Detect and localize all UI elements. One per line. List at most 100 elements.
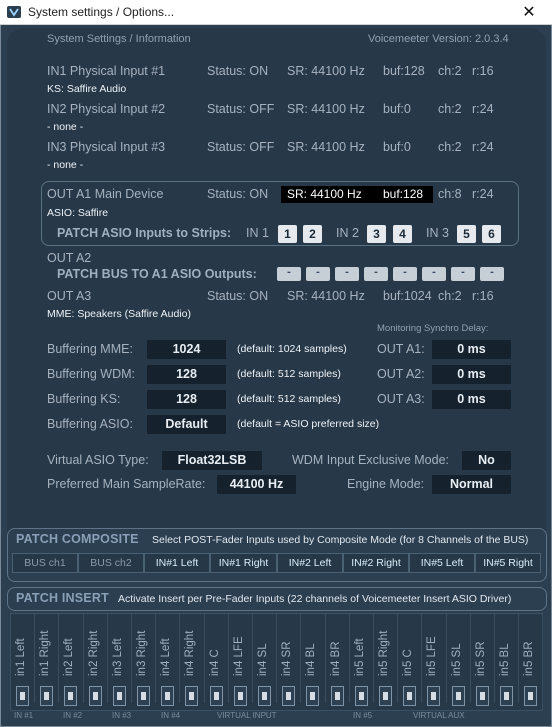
insert-channel-6[interactable]: in3 Right	[132, 614, 157, 706]
insert-toggle[interactable]	[185, 686, 199, 706]
out-a2-name: OUT A2	[47, 251, 92, 265]
insert-channel-20[interactable]: in5 SR	[471, 614, 495, 706]
sync-a3-field[interactable]: 0 ms	[432, 390, 511, 409]
insert-channel-22[interactable]: in5 BR	[519, 614, 544, 706]
composite-bus-ch2-button[interactable]: BUS ch2	[78, 553, 144, 573]
engine-mode-field[interactable]: Normal	[432, 475, 511, 494]
insert-channel-label: in5 Right	[378, 630, 390, 676]
insert-toggle[interactable]	[379, 686, 392, 706]
patch-bus-5-button[interactable]: -	[393, 267, 417, 281]
insert-channel-4[interactable]: in2 Right	[84, 614, 108, 706]
in1-device: KS: Saffire Audio	[47, 83, 127, 95]
patch-bus-8-button[interactable]: -	[480, 267, 504, 281]
composite-in2-right-button[interactable]: IN#2 Right	[343, 553, 409, 573]
insert-toggle[interactable]	[354, 686, 368, 706]
buffering-ks-label: Buffering KS:	[47, 392, 121, 406]
insert-channel-1[interactable]: in1 Left	[11, 614, 36, 706]
insert-channel-label: in4 Right	[184, 630, 197, 676]
insert-channel-12[interactable]: in4 SR	[277, 614, 302, 706]
in2-r: r:24	[472, 102, 494, 116]
samplerate-field[interactable]: 44100 Hz	[217, 475, 296, 494]
patch-bus-2-button[interactable]: -	[306, 267, 330, 281]
in1-buf: buf:128	[383, 64, 425, 78]
insert-toggle[interactable]	[451, 686, 465, 706]
out-a1-status: Status: ON	[207, 187, 269, 201]
buffering-mme-field[interactable]: 1024	[147, 340, 226, 359]
patch-bus-1-button[interactable]: -	[277, 267, 301, 281]
patch-bus-7-button[interactable]: -	[451, 267, 475, 281]
insert-toggle[interactable]	[500, 686, 513, 706]
patch-asio-6-button[interactable]: 6	[482, 225, 501, 243]
buffering-asio-field[interactable]: Default	[147, 415, 226, 434]
patch-insert-title: PATCH INSERT	[16, 591, 109, 605]
patch-asio-3-button[interactable]: 3	[367, 225, 386, 243]
patch-bus-4-button[interactable]: -	[364, 267, 388, 281]
patch-bus-3-button[interactable]: -	[335, 267, 359, 281]
insert-toggle[interactable]	[16, 686, 29, 706]
insert-toggle[interactable]	[330, 686, 344, 706]
virtual-asio-label: Virtual ASIO Type:	[47, 453, 149, 467]
buffering-wdm-field[interactable]: 128	[147, 365, 226, 384]
insert-channel-2[interactable]: in1 Right	[35, 614, 60, 706]
insert-channel-8[interactable]: in4 Right	[180, 614, 205, 706]
insert-toggle[interactable]	[258, 686, 271, 706]
title-bar: System settings / Options... ✕	[0, 0, 552, 25]
in3-name: IN3 Physical Input #3	[47, 140, 166, 154]
insert-channel-14[interactable]: in4 BR	[326, 614, 350, 706]
insert-channel-13[interactable]: in4 BL	[301, 614, 326, 706]
in1-name: IN1 Physical Input #1	[47, 64, 166, 78]
insert-channel-21[interactable]: in5 BL	[495, 614, 520, 706]
patch-asio-5-button[interactable]: 5	[457, 225, 476, 243]
sync-a1-field[interactable]: 0 ms	[432, 340, 511, 359]
insert-channel-19[interactable]: in5 SL	[447, 614, 471, 706]
sync-a2-label: OUT A2:	[377, 367, 425, 381]
patch-asio-2-button[interactable]: 2	[303, 225, 322, 243]
insert-channel-7[interactable]: in4 Left	[156, 614, 181, 706]
insert-channel-18[interactable]: in5 LFE	[422, 614, 447, 706]
insert-channel-10[interactable]: in4 LFE	[229, 614, 253, 706]
virtual-asio-field[interactable]: Float32LSB	[162, 451, 262, 470]
composite-bus-ch1-button[interactable]: BUS ch1	[12, 553, 78, 573]
insert-toggle[interactable]	[306, 686, 320, 706]
patch-composite-desc: Select POST-Fader Inputs used by Composi…	[152, 534, 529, 546]
patch-asio-1-button[interactable]: 1	[278, 225, 297, 243]
out-a3-ch: ch:2	[438, 289, 462, 303]
sync-a2-field[interactable]: 0 ms	[432, 365, 511, 384]
composite-in2-left-button[interactable]: IN#2 Left	[277, 553, 343, 573]
composite-in5-right-button[interactable]: IN#5 Right	[475, 553, 541, 573]
patch-bus-label: PATCH BUS TO A1 ASIO Outputs:	[57, 267, 257, 281]
insert-toggle[interactable]	[112, 686, 126, 706]
composite-in1-right-button[interactable]: IN#1 Right	[210, 553, 277, 573]
group-in3-label: IN #3	[112, 711, 132, 720]
wdm-exclusive-field[interactable]: No	[462, 451, 511, 470]
insert-toggle[interactable]	[88, 686, 102, 706]
insert-toggle[interactable]	[209, 686, 223, 706]
insert-toggle[interactable]	[475, 686, 489, 706]
close-icon[interactable]: ✕	[506, 0, 552, 25]
insert-channel-16[interactable]: in5 Right	[374, 614, 399, 706]
insert-toggle[interactable]	[427, 686, 441, 706]
patch-asio-4-button[interactable]: 4	[393, 225, 412, 243]
insert-toggle[interactable]	[233, 686, 247, 706]
insert-channel-5[interactable]: in3 Left	[108, 614, 132, 706]
insert-toggle[interactable]	[40, 686, 54, 706]
insert-toggle[interactable]	[161, 686, 175, 706]
patch-in1-label: IN 1	[246, 226, 269, 240]
sync-a1-label: OUT A1:	[377, 342, 425, 356]
insert-toggle[interactable]	[64, 686, 78, 706]
composite-in5-left-button[interactable]: IN#5 Left	[409, 553, 475, 573]
insert-toggle[interactable]	[282, 686, 296, 706]
insert-channel-9[interactable]: in4 C	[205, 614, 229, 706]
buffering-ks-field[interactable]: 128	[147, 390, 226, 409]
insert-channel-15[interactable]: in5 Left	[350, 614, 374, 706]
in3-status: Status: OFF	[207, 140, 275, 154]
insert-toggle[interactable]	[403, 686, 417, 706]
insert-toggle[interactable]	[137, 686, 150, 706]
composite-in1-left-button[interactable]: IN#1 Left	[144, 553, 210, 573]
insert-toggle[interactable]	[524, 686, 538, 706]
insert-channel-17[interactable]: in5 C	[398, 614, 423, 706]
insert-channel-label: in2 Right	[87, 630, 100, 676]
insert-channel-3[interactable]: in2 Left	[59, 614, 84, 706]
insert-channel-11[interactable]: in4 SL	[253, 614, 278, 706]
patch-bus-6-button[interactable]: -	[422, 267, 446, 281]
